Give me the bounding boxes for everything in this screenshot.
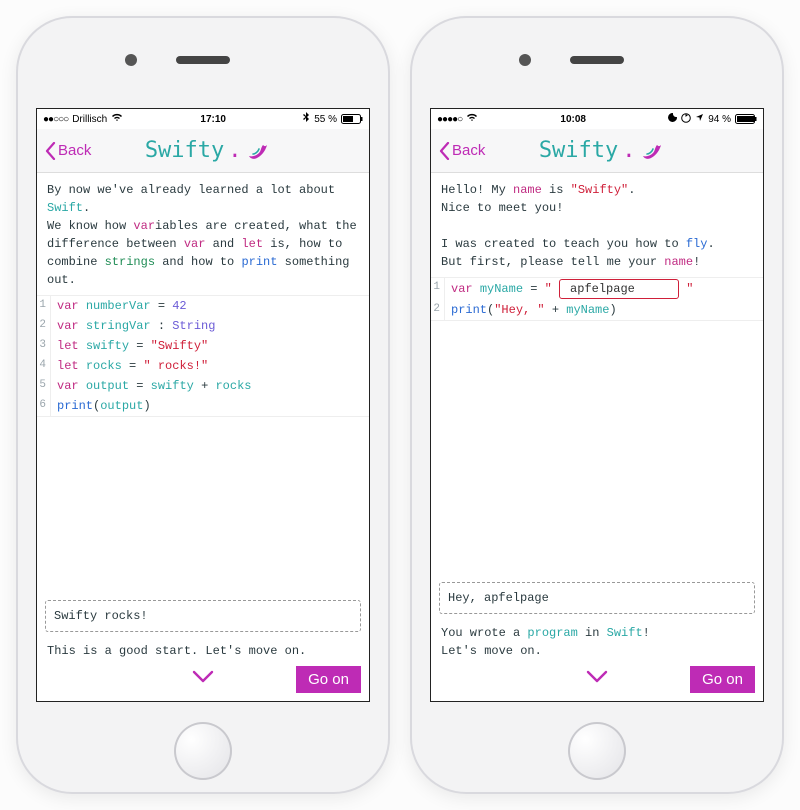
line-number: 3 [37, 336, 51, 356]
signal-dots: ●●●●○ [437, 114, 462, 125]
camera-dot [125, 54, 137, 66]
code-editor[interactable]: 1var myName = " apfelpage " 2print("Hey,… [431, 277, 763, 321]
bird-icon [246, 141, 268, 161]
console-output: Swifty rocks! [45, 600, 361, 632]
device-frame: ●●○○○ Drillisch 17:10 55 % [16, 16, 390, 794]
line-number: 1 [431, 278, 445, 300]
wifi-icon [466, 113, 478, 125]
line-number: 5 [37, 376, 51, 396]
status-bar: ●●●●○ 10:08 94 % [431, 109, 763, 129]
lesson-intro: Hello! My name is "Swifty". Nice to meet… [431, 173, 763, 277]
code-line: print("Hey, " + myName) [445, 300, 623, 320]
clock: 17:10 [200, 114, 226, 125]
line-number: 2 [431, 300, 445, 320]
app-title: Swifty. [445, 138, 755, 163]
carrier-label: Drillisch [72, 114, 107, 125]
battery-icon [735, 114, 757, 125]
chevron-down-icon[interactable] [192, 670, 214, 690]
go-on-button[interactable]: Go on [690, 666, 755, 693]
chevron-down-icon[interactable] [586, 670, 608, 690]
console-output: Hey, apfelpage [439, 582, 755, 614]
dnd-icon [668, 113, 677, 125]
code-line: let swifty = "Swifty" [51, 336, 214, 356]
wifi-icon [111, 113, 123, 125]
battery-icon [341, 114, 363, 125]
camera-dot [519, 54, 531, 66]
home-button[interactable] [174, 722, 232, 780]
line-number: 1 [37, 296, 51, 316]
nav-bar: Back Swifty. [37, 129, 369, 173]
screen: ●●●●○ 10:08 94 % [430, 108, 764, 702]
code-line: let rocks = " rocks!" [51, 356, 214, 376]
line-number: 2 [37, 316, 51, 336]
bluetooth-icon [303, 112, 310, 126]
code-line: print(output) [51, 396, 157, 416]
device-frame: ●●●●○ 10:08 94 % [410, 16, 784, 794]
lesson-intro: By now we've already learned a lot about… [37, 173, 369, 295]
code-editor[interactable]: 1var numberVar = 42 2var stringVar : Str… [37, 295, 369, 417]
app-title: Swifty. [51, 138, 361, 163]
status-bar: ●●○○○ Drillisch 17:10 55 % [37, 109, 369, 129]
feedback-text: You wrote a program in Swift! Let's move… [431, 620, 763, 662]
screen: ●●○○○ Drillisch 17:10 55 % [36, 108, 370, 702]
bird-icon [640, 141, 662, 161]
home-button[interactable] [568, 722, 626, 780]
signal-dots: ●●○○○ [43, 114, 68, 125]
orientation-lock-icon [681, 113, 691, 126]
go-on-button[interactable]: Go on [296, 666, 361, 693]
code-line: var numberVar = 42 [51, 296, 193, 316]
clock: 10:08 [560, 114, 586, 125]
nav-bar: Back Swifty. [431, 129, 763, 173]
battery-label: 55 % [314, 114, 337, 125]
code-line: var myName = " apfelpage " [445, 278, 699, 300]
name-input[interactable]: apfelpage [559, 279, 679, 299]
location-icon [695, 113, 704, 125]
code-line: var output = swifty + rocks [51, 376, 257, 396]
code-line: var stringVar : String [51, 316, 221, 336]
feedback-text: This is a good start. Let's move on. [37, 638, 369, 662]
line-number: 6 [37, 396, 51, 416]
battery-label: 94 % [708, 114, 731, 125]
line-number: 4 [37, 356, 51, 376]
